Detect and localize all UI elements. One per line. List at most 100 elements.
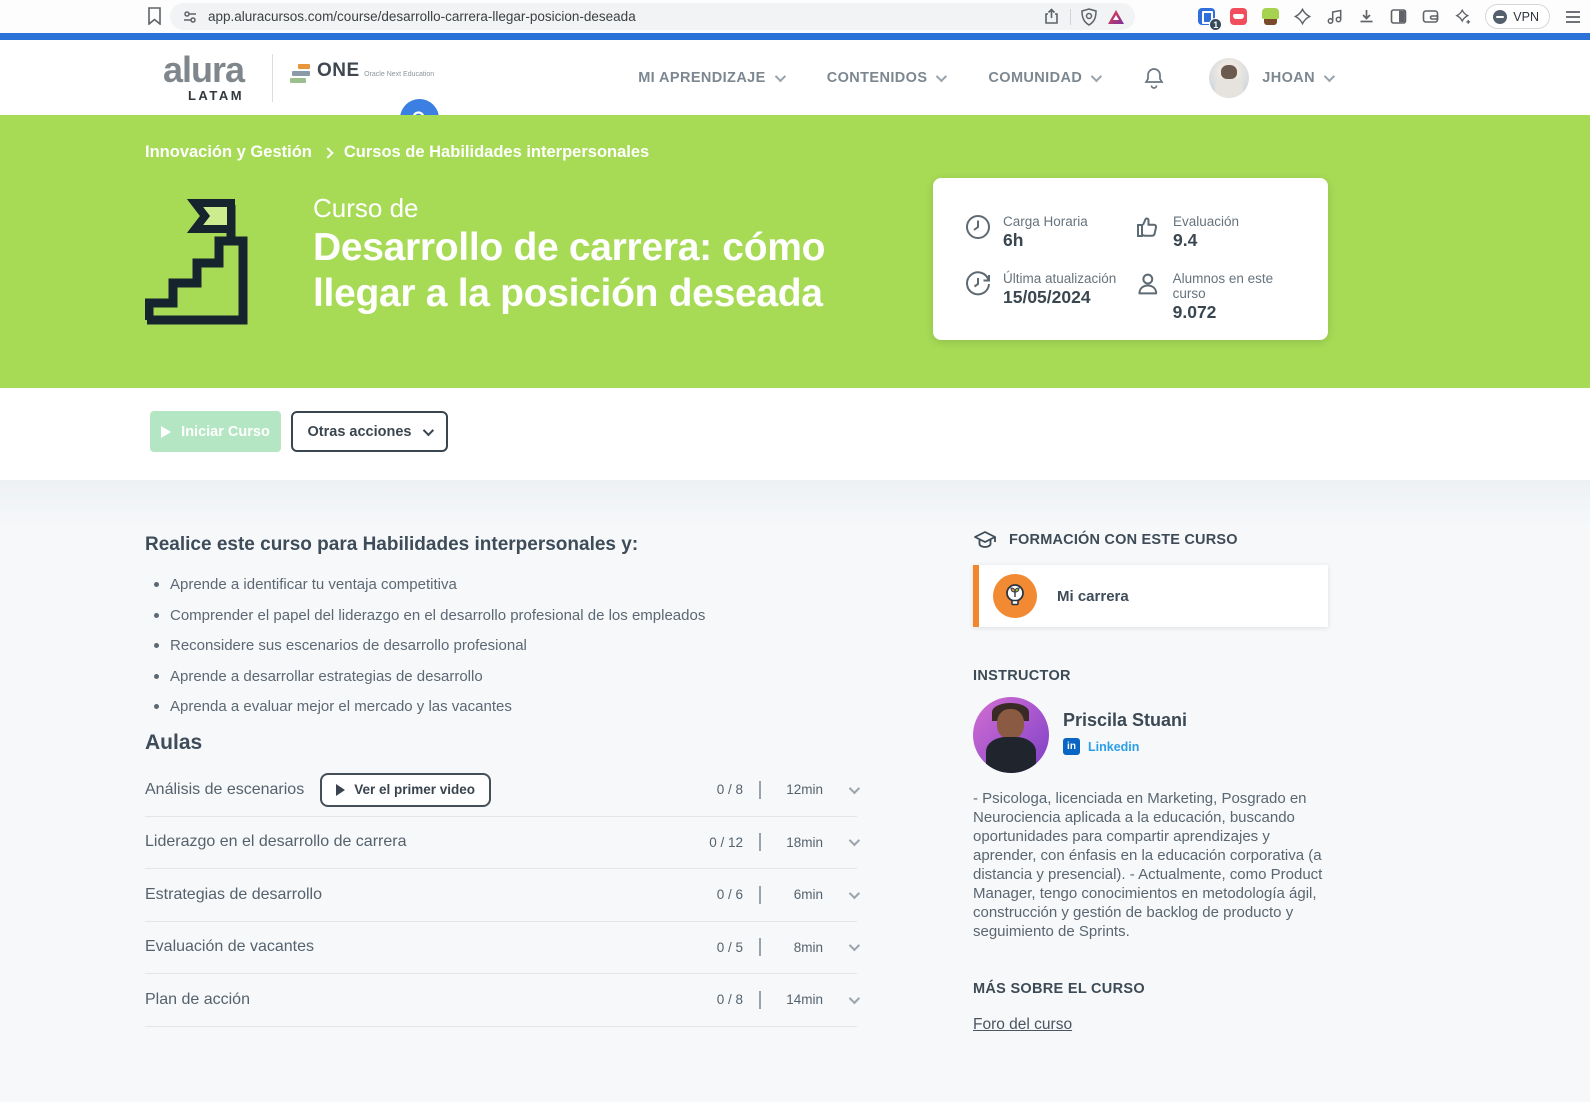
other-actions-label: Otras acciones: [307, 423, 412, 440]
share-icon[interactable]: [1043, 8, 1060, 25]
instructor-bio: - Psicologa, licenciada en Marketing, Po…: [973, 790, 1323, 940]
divider: [759, 885, 761, 904]
brave-rewards-icon[interactable]: [1107, 9, 1125, 25]
leo-ai-icon[interactable]: [1453, 7, 1472, 26]
stat-label: Última atualización: [1003, 271, 1117, 286]
extension-plant-icon[interactable]: [1261, 7, 1280, 26]
aula-title: Liderazgo en el desarrollo de carrera: [145, 833, 407, 851]
aula-progress: 0 / 12: [709, 834, 743, 850]
course-hero: Innovación y Gestión Cursos de Habilidad…: [0, 115, 1590, 388]
course-title-line2: llegar a la posición deseada: [313, 271, 823, 315]
vpn-label: VPN: [1513, 9, 1539, 24]
extensions-menu-icon[interactable]: [1293, 7, 1312, 26]
career-accent-bar: [973, 565, 979, 627]
other-actions-button[interactable]: Otras acciones: [291, 411, 448, 452]
chevron-down-icon: [774, 70, 786, 82]
objectives-title: Realice este curso para Habilidades inte…: [145, 534, 639, 555]
course-title-line1: Desarrollo de carrera: cómo: [313, 226, 826, 269]
breadcrumb-chevron-icon: [322, 146, 334, 159]
main-nav: MI APRENDIZAJE CONTENIDOS COMUNIDAD JHOA…: [638, 40, 1336, 115]
user-menu[interactable]: JHOAN: [1209, 57, 1336, 98]
aulas-list: Análisis de escenarios Ver el primer vid…: [145, 764, 861, 1027]
site-settings-icon[interactable]: [182, 9, 198, 25]
graduation-cap-icon: [974, 531, 996, 548]
wallet-icon[interactable]: [1421, 7, 1440, 26]
address-bar[interactable]: app.aluracursos.com/course/desarrollo-ca…: [170, 3, 1135, 30]
linkedin-link[interactable]: in Linkedin: [1063, 738, 1139, 755]
divider: [1070, 8, 1071, 25]
nav-mi-aprendizaje[interactable]: MI APRENDIZAJE: [638, 70, 786, 86]
career-card[interactable]: Mi carrera: [973, 565, 1328, 627]
objective-item: Aprende a desarrollar estrategias de des…: [150, 668, 705, 685]
chevron-down-icon[interactable]: [848, 992, 861, 1004]
chevron-down-icon[interactable]: [848, 782, 861, 794]
breadcrumb-category[interactable]: Innovación y Gestión: [145, 143, 312, 162]
forum-link[interactable]: Foro del curso: [973, 1016, 1072, 1034]
bookmark-icon[interactable]: [147, 7, 162, 25]
aula-duration: 8min: [793, 939, 823, 955]
nav-label: CONTENIDOS: [826, 69, 928, 86]
aula-title: Plan de acción: [145, 990, 250, 1008]
aula-duration: 12min: [786, 782, 823, 798]
alura-logo-text: alura: [163, 49, 245, 90]
nav-comunidad[interactable]: COMUNIDAD: [988, 69, 1103, 86]
objective-item: Comprender el papel del liderazgo en el …: [150, 607, 705, 624]
chevron-down-icon[interactable]: [848, 887, 861, 899]
logo-divider: [272, 54, 273, 102]
course-kicker: Curso de: [313, 193, 419, 223]
aula-row[interactable]: Liderazgo en el desarrollo de carrera 0 …: [145, 817, 861, 869]
divider: [759, 990, 761, 1009]
extension-blue-icon[interactable]: 1: [1197, 7, 1223, 31]
user-name: JHOAN: [1262, 69, 1315, 86]
aula-duration: 18min: [786, 834, 823, 850]
stat-label: Evaluación: [1173, 214, 1240, 229]
aula-row[interactable]: Evaluación de vacantes 0 / 5 8min: [145, 922, 861, 974]
history-clock-icon: [966, 271, 990, 296]
alura-logo[interactable]: alura LATAM: [163, 49, 245, 103]
watch-first-video-button[interactable]: Ver el primer video: [320, 772, 492, 807]
breadcrumb: Innovación y Gestión Cursos de Habilidad…: [145, 143, 649, 162]
aula-row[interactable]: Análisis de escenarios Ver el primer vid…: [145, 764, 861, 817]
career-lightbulb-icon: [993, 574, 1037, 618]
nav-label: COMUNIDAD: [988, 69, 1083, 86]
one-logo: ONE Oracle Next Education: [290, 60, 434, 83]
nav-contenidos[interactable]: CONTENIDOS: [826, 69, 948, 86]
breadcrumb-subcategory[interactable]: Cursos de Habilidades interpersonales: [344, 143, 649, 162]
formation-title: FORMACIÓN CON ESTE CURSO: [1009, 532, 1238, 548]
course-stats-card: Carga Horaria 6h Evaluación 9.4 Última a…: [933, 178, 1328, 340]
browser-menu-icon[interactable]: [1563, 7, 1582, 26]
stat-value: 15/05/2024: [1003, 287, 1091, 307]
notifications-button[interactable]: [1143, 66, 1165, 90]
alura-logo-latam: LATAM: [187, 88, 245, 103]
media-playlist-icon[interactable]: [1325, 7, 1344, 26]
brave-shield-icon[interactable]: [1081, 7, 1097, 26]
chevron-down-icon: [1323, 70, 1336, 82]
aula-row[interactable]: Plan de acción 0 / 8 14min: [145, 974, 861, 1027]
stat-label: Alumnos en este curso: [1172, 271, 1274, 301]
extension-red-icon[interactable]: [1229, 7, 1248, 26]
sidebar-toggle-icon[interactable]: [1389, 7, 1408, 26]
stat-alumnos: Alumnos en este curso 9.072: [1135, 271, 1308, 323]
aulas-title: Aulas: [145, 731, 203, 754]
divider: [759, 780, 761, 799]
objective-item: Reconsidere sus escenarios de desarrollo…: [150, 637, 705, 654]
linkedin-icon: in: [1063, 738, 1080, 755]
downloads-icon[interactable]: [1357, 7, 1376, 26]
stat-label: Carga Horaria: [1003, 214, 1088, 229]
bell-icon: [1144, 67, 1164, 89]
url-text[interactable]: app.aluracursos.com/course/desarrollo-ca…: [208, 9, 1043, 24]
vpn-button[interactable]: VPN: [1485, 4, 1550, 29]
chevron-down-icon[interactable]: [848, 940, 861, 952]
stat-evaluacion: Evaluación 9.4: [1135, 214, 1308, 251]
stat-carga-horaria: Carga Horaria 6h: [965, 214, 1135, 251]
chevron-down-icon: [936, 70, 948, 82]
aula-row[interactable]: Estrategias de desarrollo 0 / 6 6min: [145, 869, 861, 922]
career-label: Mi carrera: [1057, 587, 1129, 605]
browser-toolbar: app.aluracursos.com/course/desarrollo-ca…: [0, 0, 1590, 33]
chevron-down-icon[interactable]: [848, 835, 861, 847]
page-top-accent-bar: [0, 33, 1590, 40]
aula-progress: 0 / 8: [716, 992, 743, 1008]
aula-progress: 0 / 6: [716, 887, 743, 903]
start-course-button[interactable]: Iniciar Curso: [150, 411, 281, 452]
instructor-section-header: INSTRUCTOR: [973, 668, 1071, 684]
